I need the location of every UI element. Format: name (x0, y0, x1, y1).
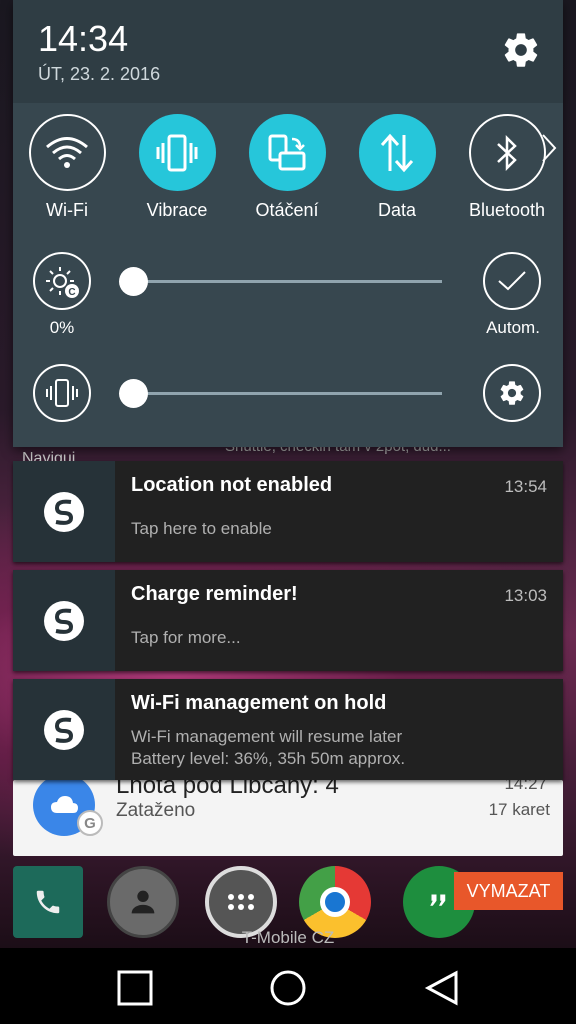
chevron-right-icon[interactable] (540, 133, 558, 163)
settings-gear-icon[interactable] (501, 30, 541, 70)
auto-brightness-checkmark-icon[interactable] (483, 252, 541, 310)
notification-text: Tap for more... (131, 628, 241, 647)
notification-charge[interactable]: Charge reminder! 13:03 Tap for more... (13, 570, 563, 671)
home-button[interactable] (268, 970, 308, 1006)
notification-text: Tap here to enable (131, 519, 272, 538)
chrome-center-icon (320, 887, 350, 917)
status-header: 14:34 ÚT, 23. 2. 2016 (13, 0, 563, 103)
tile-data-label: Data (377, 200, 417, 220)
tile-vibrate[interactable]: Vibrace (127, 114, 227, 221)
carrier-label: T-Mobile CZ (241, 928, 335, 947)
notification-title: Charge reminder! (131, 583, 298, 605)
brightness-slider-thumb[interactable] (119, 267, 148, 296)
notification-title: Wi-Fi management on hold (131, 692, 387, 714)
back-triangle-icon (424, 970, 458, 1006)
notification-wifi-management[interactable]: Wi-Fi management on hold Wi-Fi managemen… (13, 679, 563, 780)
home-circle-icon (270, 970, 306, 1006)
navigation-bar (0, 948, 576, 1024)
auto-brightness-label: Autom. (486, 318, 540, 337)
tile-rotate[interactable]: Otáčení (237, 114, 337, 221)
tile-rotate-label: Otáčení (255, 200, 319, 220)
sound-settings-gear-icon[interactable] (483, 364, 541, 422)
notification-text-line2: Battery level: 36%, 35h 50m approx. (131, 749, 406, 768)
vibrate-mode-icon[interactable] (33, 364, 91, 422)
notification-text: Wi-Fi management will resume later Batte… (131, 726, 405, 770)
tile-wifi-label: Wi-Fi (46, 200, 88, 220)
back-button[interactable] (422, 970, 462, 1006)
brightness-icon[interactable]: C (33, 252, 91, 310)
notification-text-line1: Wi-Fi management will resume later (131, 727, 403, 746)
notification-time: 13:03 (504, 586, 547, 605)
notification-time: 13:54 (504, 477, 547, 496)
vibrate-icon (138, 114, 216, 191)
brightness-percent: 0% (49, 318, 75, 337)
data-icon (358, 114, 436, 191)
rotate-icon (248, 114, 326, 191)
volume-row (13, 364, 563, 434)
date: ÚT, 23. 2. 2016 (38, 64, 161, 84)
google-badge-icon: G (77, 810, 103, 836)
notification-location[interactable]: Location not enabled 13:54 Tap here to e… (13, 461, 563, 562)
brightness-row: C 0% Autom. (13, 252, 563, 337)
clear-all-button[interactable]: VYMAZAT (454, 872, 563, 910)
tile-bluetooth[interactable]: Bluetooth (457, 114, 557, 221)
tile-vibrate-label: Vibrace (146, 200, 208, 220)
quick-settings-panel: 14:34 ÚT, 23. 2. 2016 Wi-Fi Vibrace Otáč… (13, 0, 563, 447)
weather-card[interactable]: G Lhota pod Libčany: 4 14:27 Zataženo 17… (13, 772, 563, 856)
wifi-icon (28, 114, 106, 191)
snapdragon-app-icon (13, 461, 115, 562)
clock: 14:34 (38, 18, 129, 59)
tile-data[interactable]: Data (347, 114, 447, 221)
snapdragon-app-icon (13, 570, 115, 671)
notification-title: Location not enabled (131, 474, 333, 496)
tile-bluetooth-label: Bluetooth (468, 200, 546, 220)
weather-card-count: 17 karet (488, 800, 550, 819)
recents-button[interactable] (115, 970, 155, 1006)
snapdragon-app-icon (13, 679, 115, 780)
recents-square-icon (117, 970, 153, 1006)
svg-text:C: C (68, 287, 75, 298)
volume-slider-thumb[interactable] (119, 379, 148, 408)
bluetooth-icon (468, 114, 546, 191)
tile-wifi[interactable]: Wi-Fi (17, 114, 117, 221)
weather-subtitle: Zataženo (116, 800, 196, 821)
brightness-slider[interactable] (119, 267, 442, 296)
volume-slider[interactable] (119, 379, 442, 408)
